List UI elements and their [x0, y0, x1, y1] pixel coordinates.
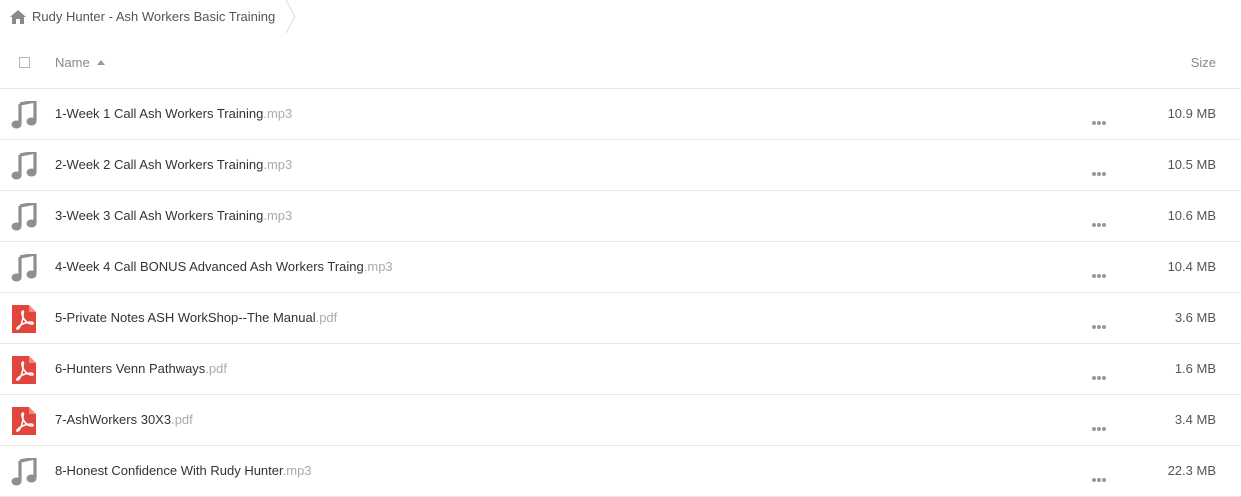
file-name-base: 7-AshWorkers 30X3 [55, 412, 172, 427]
pdf-icon [11, 356, 37, 384]
file-size: 10.9 MB [1167, 106, 1216, 121]
file-name[interactable]: 8-Honest Confidence With Rudy Hunter.mp3 [55, 463, 312, 478]
breadcrumb: Rudy Hunter - Ash Workers Basic Training [8, 0, 297, 33]
file-row[interactable]: 5-Private Notes ASH WorkShop--The Manual… [0, 293, 1241, 344]
file-name-base: 2-Week 2 Call Ash Workers Training [55, 157, 264, 172]
file-extension: .mp3 [263, 106, 293, 121]
name-column-label: Name [55, 55, 90, 70]
file-extension: .pdf [315, 310, 338, 325]
file-name[interactable]: 7-AshWorkers 30X3.pdf [55, 412, 193, 427]
file-name-base: 3-Week 3 Call Ash Workers Training [55, 208, 264, 223]
file-list-header: Name Size [0, 40, 1241, 89]
name-column-header[interactable]: Name [55, 55, 105, 70]
file-extension: .mp3 [263, 157, 293, 172]
file-name[interactable]: 3-Week 3 Call Ash Workers Training.mp3 [55, 208, 292, 223]
file-row[interactable]: 8-Honest Confidence With Rudy Hunter.mp3… [0, 446, 1241, 497]
more-options-icon[interactable] [1091, 164, 1107, 176]
music-note-icon [11, 150, 37, 180]
pdf-icon [11, 305, 37, 333]
file-name-base: 4-Week 4 Call BONUS Advanced Ash Workers… [55, 259, 364, 274]
more-options-icon[interactable] [1091, 113, 1107, 125]
more-options-icon[interactable] [1091, 419, 1107, 431]
file-row[interactable]: 7-AshWorkers 30X3.pdf 3.4 MB [0, 395, 1241, 446]
more-options-icon[interactable] [1091, 470, 1107, 482]
file-row[interactable]: 1-Week 1 Call Ash Workers Training.mp3 10… [0, 89, 1241, 140]
file-size: 1.6 MB [1174, 361, 1216, 376]
file-size: 10.5 MB [1167, 157, 1216, 172]
size-column-header[interactable]: Size [1191, 55, 1216, 70]
file-name[interactable]: 1-Week 1 Call Ash Workers Training.mp3 [55, 106, 292, 121]
music-note-icon [11, 252, 37, 282]
file-extension: .pdf [205, 361, 227, 376]
file-name[interactable]: 5-Private Notes ASH WorkShop--The Manual… [55, 310, 337, 325]
file-size: 10.6 MB [1167, 208, 1216, 223]
breadcrumb-folder-link[interactable]: Rudy Hunter - Ash Workers Basic Training [32, 9, 275, 24]
select-all-checkbox[interactable] [19, 57, 30, 68]
more-options-icon[interactable] [1091, 317, 1107, 329]
file-name-base: 6-Hunters Venn Pathways [55, 361, 206, 376]
file-name-base: 8-Honest Confidence With Rudy Hunter [55, 463, 283, 478]
file-name[interactable]: 4-Week 4 Call BONUS Advanced Ash Workers… [55, 259, 393, 274]
file-extension: .mp3 [282, 463, 312, 478]
file-size: 10.4 MB [1167, 259, 1216, 274]
breadcrumb-chevron-icon [285, 0, 296, 33]
file-name-base: 5-Private Notes ASH WorkShop--The Manual [55, 310, 316, 325]
file-row[interactable]: 4-Week 4 Call BONUS Advanced Ash Workers… [0, 242, 1241, 293]
file-name[interactable]: 2-Week 2 Call Ash Workers Training.mp3 [55, 157, 292, 172]
more-options-icon[interactable] [1091, 368, 1107, 380]
file-size: 3.4 MB [1174, 412, 1216, 427]
pdf-icon [11, 407, 37, 435]
file-name-base: 1-Week 1 Call Ash Workers Training [55, 106, 264, 121]
file-extension: .mp3 [363, 259, 393, 274]
music-note-icon [11, 201, 37, 231]
file-extension: .mp3 [263, 208, 293, 223]
home-icon[interactable] [10, 9, 26, 24]
sort-ascending-icon [96, 60, 105, 65]
file-row[interactable]: 2-Week 2 Call Ash Workers Training.mp3 10… [0, 140, 1241, 191]
file-name[interactable]: 6-Hunters Venn Pathways.pdf [55, 361, 227, 376]
more-options-icon[interactable] [1091, 266, 1107, 278]
file-row[interactable]: 3-Week 3 Call Ash Workers Training.mp3 10… [0, 191, 1241, 242]
music-note-icon [11, 456, 37, 486]
file-extension: .pdf [171, 412, 193, 427]
file-row[interactable]: 6-Hunters Venn Pathways.pdf 1.6 MB [0, 344, 1241, 395]
more-options-icon[interactable] [1091, 215, 1107, 227]
file-size: 22.3 MB [1167, 463, 1216, 478]
music-note-icon [11, 99, 37, 129]
file-size: 3.6 MB [1174, 310, 1216, 325]
